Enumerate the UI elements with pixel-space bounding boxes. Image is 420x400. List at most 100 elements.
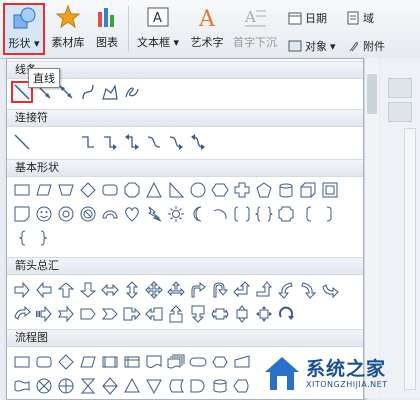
- right-arrow-callout-shape[interactable]: [121, 303, 143, 325]
- circular-arrow-shape[interactable]: [275, 303, 297, 325]
- can-shape[interactable]: [275, 179, 297, 201]
- double-brace-shape[interactable]: [253, 203, 275, 225]
- left-right-up-arrow-shape[interactable]: [165, 279, 187, 301]
- cross-shape[interactable]: [231, 179, 253, 201]
- striped-right-arrow-shape[interactable]: [33, 303, 55, 325]
- trapezoid-shape[interactable]: [55, 179, 77, 201]
- flowchart-collate-shape[interactable]: [77, 375, 99, 397]
- curved-down-arrow-shape[interactable]: [11, 303, 33, 325]
- arc-shape[interactable]: [209, 203, 231, 225]
- attachment-button[interactable]: 附件: [346, 38, 385, 54]
- double-bracket-shape[interactable]: [231, 203, 253, 225]
- smiley-face-shape[interactable]: [33, 203, 55, 225]
- flowchart-alternate-process-shape[interactable]: [33, 351, 55, 373]
- ellipse-shape[interactable]: [187, 179, 209, 201]
- left-up-arrow-shape[interactable]: [231, 279, 253, 301]
- diamond-shape[interactable]: [77, 179, 99, 201]
- flowchart-display-shape[interactable]: [231, 375, 253, 397]
- flowchart-delay-shape[interactable]: [187, 375, 209, 397]
- side-panel-button[interactable]: [388, 102, 412, 122]
- quad-arrow-callout-shape[interactable]: [253, 303, 275, 325]
- curved-double-arrow-connector-shape[interactable]: [187, 131, 209, 153]
- arrow-connector-shape[interactable]: [33, 131, 77, 153]
- object-button[interactable]: 对象 ▾: [288, 38, 336, 54]
- field-button[interactable]: 域: [346, 10, 374, 26]
- curved-arrow-connector-shape[interactable]: [165, 131, 187, 153]
- textbox-button[interactable]: A 文本框 ▾: [134, 4, 182, 54]
- left-arrow-shape[interactable]: [33, 279, 55, 301]
- flowchart-data-shape[interactable]: [77, 351, 99, 373]
- side-panel-button[interactable]: [388, 78, 412, 98]
- flowchart-sort-shape[interactable]: [99, 375, 121, 397]
- rounded-rectangle-shape[interactable]: [99, 179, 121, 201]
- heart-shape[interactable]: [121, 203, 143, 225]
- flowchart-multidocument-shape[interactable]: [165, 351, 187, 373]
- folded-corner-shape[interactable]: [11, 203, 33, 225]
- curved-connector-shape[interactable]: [143, 131, 165, 153]
- flowchart-magnetic-disk-shape[interactable]: [209, 375, 231, 397]
- scribble-shape[interactable]: [121, 81, 143, 103]
- pentagon-arrow-shape[interactable]: [77, 303, 99, 325]
- flowchart-manual-input-shape[interactable]: [231, 351, 253, 373]
- flowchart-punched-tape-shape[interactable]: [11, 375, 33, 397]
- block-arc-shape[interactable]: [99, 203, 121, 225]
- scrollbar-thumb[interactable]: [367, 74, 377, 114]
- curved-up-arrow-shape[interactable]: [319, 279, 341, 301]
- notched-right-arrow-shape[interactable]: [55, 303, 77, 325]
- material-library-button[interactable]: 素材库: [50, 4, 86, 54]
- up-down-arrow-shape[interactable]: [121, 279, 143, 301]
- parallelogram-shape[interactable]: [33, 179, 55, 201]
- chevron-shape[interactable]: [99, 303, 121, 325]
- flowchart-preparation-shape[interactable]: [209, 351, 231, 373]
- right-triangle-shape[interactable]: [165, 179, 187, 201]
- right-brace-shape[interactable]: [33, 227, 55, 249]
- lightning-bolt-shape[interactable]: [143, 203, 165, 225]
- flowchart-document-shape[interactable]: [143, 351, 165, 373]
- flowchart-predefined-process-shape[interactable]: [99, 351, 121, 373]
- panel-scrollbar[interactable]: [364, 58, 379, 398]
- flowchart-or-shape[interactable]: [55, 375, 77, 397]
- wordart-button[interactable]: A 艺术字: [188, 4, 226, 54]
- flowchart-merge-shape[interactable]: [143, 375, 165, 397]
- freeform-shape[interactable]: [99, 81, 121, 103]
- hexagon-shape[interactable]: [209, 179, 231, 201]
- elbow-arrow-connector-shape[interactable]: [99, 131, 121, 153]
- straight-connector-shape[interactable]: [11, 131, 33, 153]
- curved-left-arrow-shape[interactable]: [297, 279, 319, 301]
- flowchart-internal-storage-shape[interactable]: [121, 351, 143, 373]
- flowchart-stored-data-shape[interactable]: [165, 375, 187, 397]
- up-arrow-callout-shape[interactable]: [165, 303, 187, 325]
- flowchart-process-shape[interactable]: [11, 351, 33, 373]
- rectangle-shape[interactable]: [11, 179, 33, 201]
- flowchart-decision-shape[interactable]: [55, 351, 77, 373]
- dropcap-button[interactable]: A 首字下沉: [230, 4, 280, 54]
- date-button[interactable]: 日期: [288, 10, 327, 26]
- right-bracket-shape[interactable]: [319, 203, 341, 225]
- no-symbol-shape[interactable]: [77, 203, 99, 225]
- flowchart-summing-junction-shape[interactable]: [33, 375, 55, 397]
- cube-shape[interactable]: [297, 179, 319, 201]
- down-arrow-shape[interactable]: [77, 279, 99, 301]
- left-right-arrow-shape[interactable]: [99, 279, 121, 301]
- chart-button[interactable]: 图表: [92, 4, 122, 54]
- right-arrow-shape[interactable]: [11, 279, 33, 301]
- elbow-double-arrow-connector-shape[interactable]: [121, 131, 143, 153]
- plaque-shape[interactable]: [275, 203, 297, 225]
- left-brace-shape[interactable]: [11, 227, 33, 249]
- triangle-shape[interactable]: [143, 179, 165, 201]
- flowchart-terminator-shape[interactable]: [187, 351, 209, 373]
- elbow-connector-shape[interactable]: [77, 131, 99, 153]
- down-arrow-callout-shape[interactable]: [187, 303, 209, 325]
- donut-shape[interactable]: [55, 203, 77, 225]
- octagon-shape[interactable]: [121, 179, 143, 201]
- frame-shape[interactable]: [319, 179, 341, 201]
- bent-up-arrow-shape[interactable]: [253, 279, 275, 301]
- shapes-button[interactable]: 形状 ▾: [3, 3, 45, 55]
- bent-arrow-shape[interactable]: [187, 279, 209, 301]
- left-bracket-shape[interactable]: [297, 203, 319, 225]
- u-turn-arrow-shape[interactable]: [209, 279, 231, 301]
- curve-shape[interactable]: [77, 81, 99, 103]
- curved-right-arrow-shape[interactable]: [275, 279, 297, 301]
- flowchart-extract-shape[interactable]: [121, 375, 143, 397]
- moon-shape[interactable]: [187, 203, 209, 225]
